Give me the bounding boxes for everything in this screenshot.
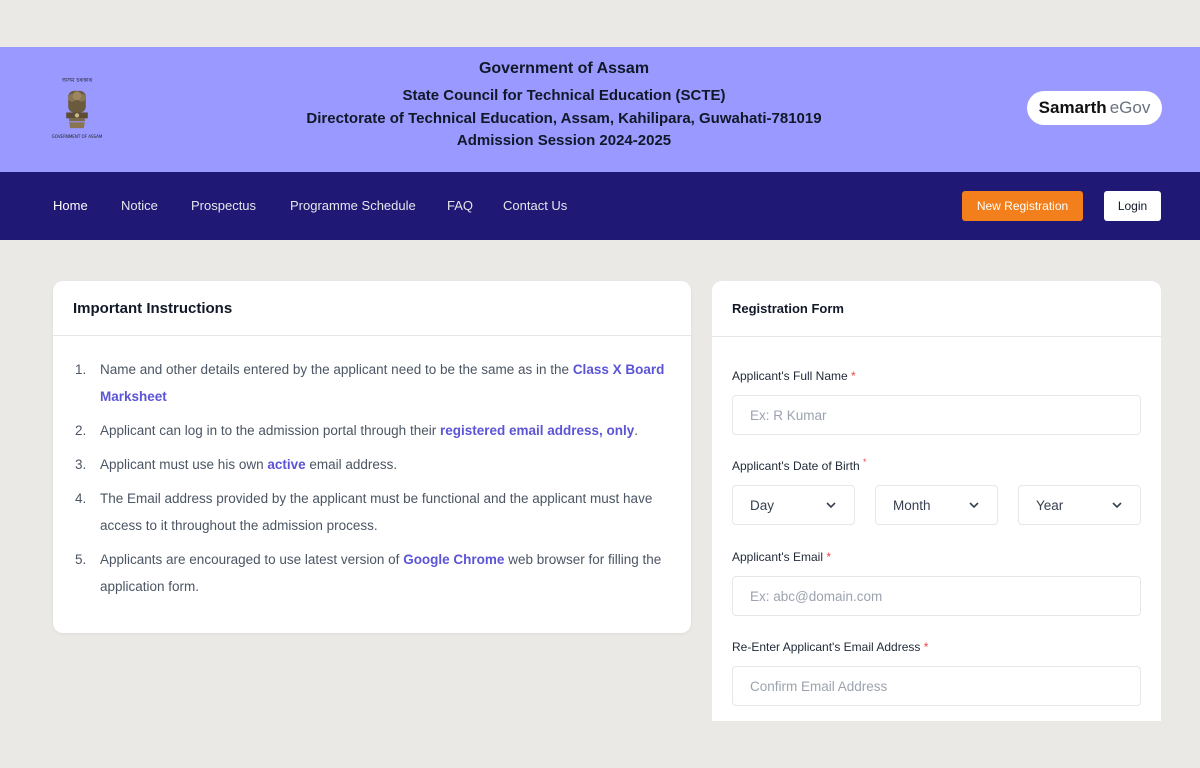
- email-label: Applicant's Email *: [732, 550, 832, 564]
- emblem-top-text: অসম চৰকাৰ: [61, 77, 93, 84]
- new-registration-button[interactable]: New Registration: [962, 191, 1083, 221]
- nav-faq[interactable]: FAQ: [447, 172, 473, 240]
- instruction-item: 4. The Email address provided by the app…: [75, 491, 653, 533]
- nav-prospectus[interactable]: Prospectus: [191, 172, 256, 240]
- instructions-card: Important Instructions 1. Name and other…: [53, 281, 691, 633]
- nav-notice[interactable]: Notice: [121, 172, 158, 240]
- admission-session: Admission Session 2024-2025: [456, 132, 672, 149]
- instruction-item: 2. Applicant can log in to the admission…: [75, 423, 639, 438]
- instruction-item: 3. Applicant must use his own active ema…: [75, 457, 398, 472]
- directorate-address: Directorate of Technical Education, Assa…: [306, 110, 822, 127]
- highlight-text: registered email address, only: [439, 423, 635, 438]
- ashoka-emblem-icon: [66, 90, 88, 129]
- assam-emblem-logo: অসম চৰকাৰ GOVERNMENT OF ASSAM: [50, 75, 104, 139]
- full-name-input[interactable]: Ex: R Kumar: [732, 395, 1141, 435]
- council-title: State Council for Technical Education (S…: [402, 87, 726, 104]
- brand-primary: Samarth: [1038, 98, 1107, 117]
- dob-day-select[interactable]: Day: [732, 485, 855, 525]
- confirm-email-input[interactable]: Confirm Email Address: [732, 666, 1141, 706]
- government-title: Government of Assam: [478, 60, 650, 77]
- nav-contact-us[interactable]: Contact Us: [503, 172, 567, 240]
- full-name-label: Applicant's Full Name *: [732, 369, 856, 383]
- instructions-title: Important Instructions: [53, 281, 691, 336]
- instruction-item: 1. Name and other details entered by the…: [75, 362, 665, 404]
- highlight-text: active: [267, 457, 306, 472]
- header-titles: Government of Assam State Council for Te…: [300, 47, 828, 149]
- dob-year-select[interactable]: Year: [1018, 485, 1141, 525]
- main-navbar: Home Notice Prospectus Programme Schedul…: [0, 172, 1200, 240]
- dob-label: Applicant's Date of Birth *: [732, 457, 867, 473]
- chevron-down-icon: [1112, 502, 1122, 509]
- chevron-down-icon: [826, 502, 836, 509]
- site-header: অসম চৰকাৰ GOVERNMENT OF ASSAM Government…: [0, 47, 1200, 172]
- email-input[interactable]: Ex: abc@domain.com: [732, 576, 1141, 616]
- samarth-egov-logo[interactable]: Samarth eGov: [1027, 91, 1162, 125]
- registration-form-card: Registration Form Applicant's Full Name …: [712, 281, 1161, 721]
- nav-programme-schedule[interactable]: Programme Schedule: [290, 172, 416, 240]
- registration-form-title: Registration Form: [712, 281, 1161, 337]
- nav-home[interactable]: Home: [53, 172, 88, 240]
- instruction-item: 5. Applicants are encouraged to use late…: [75, 552, 662, 594]
- emblem-bottom-text: GOVERNMENT OF ASSAM: [51, 134, 103, 139]
- dob-month-select[interactable]: Month: [875, 485, 998, 525]
- brand-secondary: eGov: [1109, 98, 1151, 117]
- confirm-email-label: Re-Enter Applicant's Email Address *: [732, 640, 929, 654]
- login-button[interactable]: Login: [1104, 191, 1161, 221]
- instructions-list: 1. Name and other details entered by the…: [53, 336, 691, 600]
- chevron-down-icon: [969, 502, 979, 509]
- highlight-text: Google Chrome: [403, 552, 505, 567]
